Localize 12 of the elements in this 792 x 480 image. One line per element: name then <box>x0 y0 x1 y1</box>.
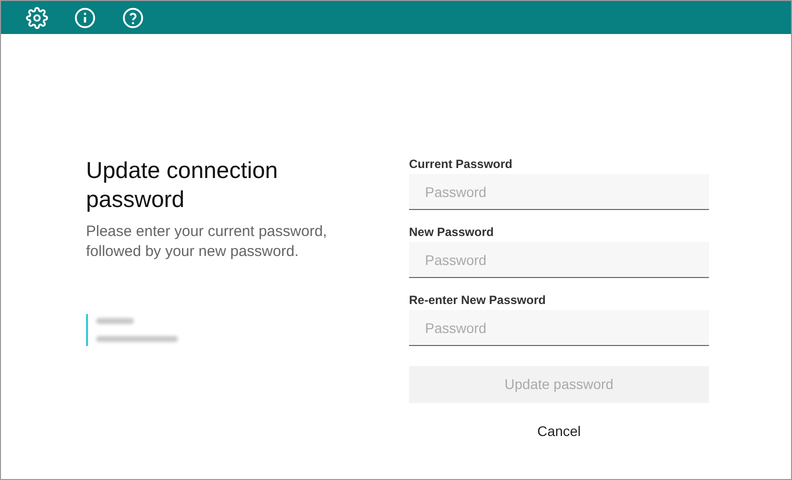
password-field[interactable]: Password <box>409 242 709 278</box>
description-text: Please enter your current password, followed by your new password. <box>86 222 328 262</box>
help-icon[interactable] <box>122 6 144 28</box>
field-label: Current Password <box>409 156 514 172</box>
field-label: Re-enter New Password <box>409 292 547 308</box>
page-title: Update connection password <box>86 156 279 214</box>
info-icon[interactable] <box>74 6 96 28</box>
settings-icon[interactable] <box>26 6 48 28</box>
password-field[interactable]: Password <box>409 310 709 346</box>
cancel-button[interactable]: Cancel <box>525 417 593 446</box>
field-label: New Password <box>409 224 495 240</box>
password-field[interactable]: Password <box>409 174 709 210</box>
